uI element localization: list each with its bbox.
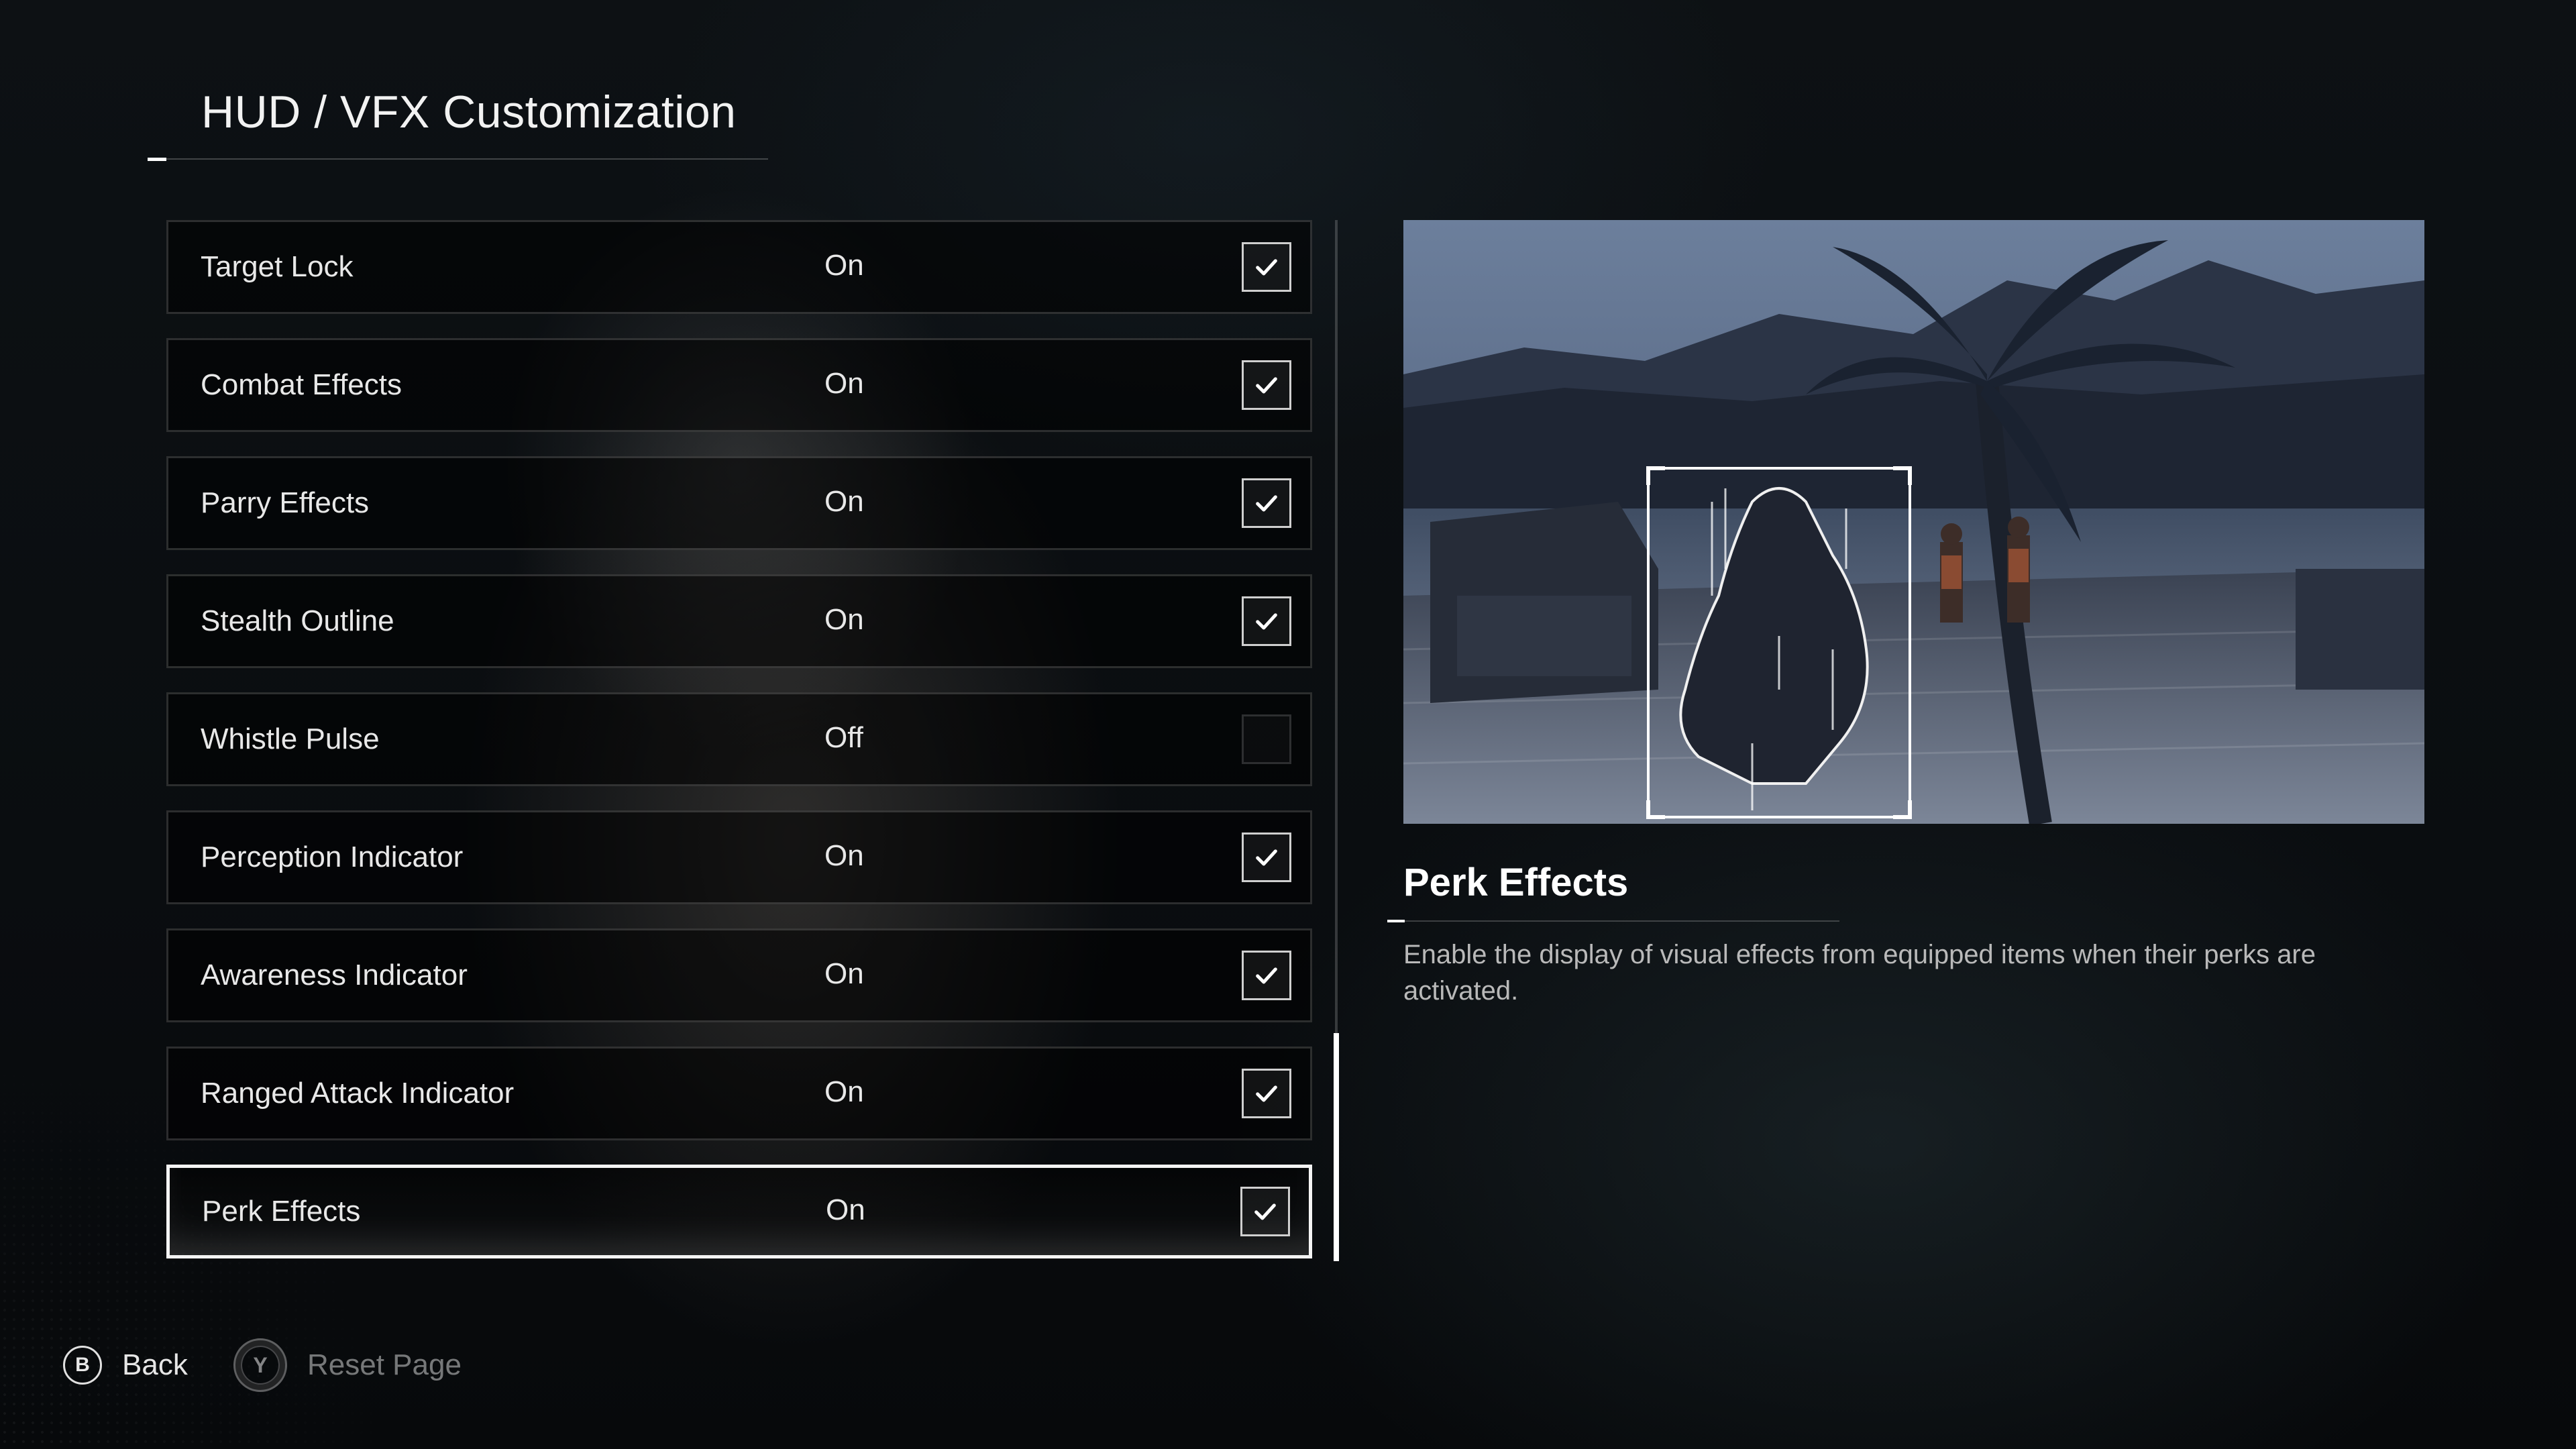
setting-checkbox[interactable] <box>1240 1187 1290 1236</box>
setting-value: On <box>824 249 864 282</box>
checkmark-icon <box>1256 259 1277 276</box>
setting-label: Target Lock <box>201 250 354 283</box>
setting-row-parry-effects[interactable]: Parry Effects On <box>166 456 1312 550</box>
detail-title: Perk Effects <box>1403 861 1629 904</box>
setting-value: On <box>824 957 864 990</box>
setting-label: Combat Effects <box>201 368 402 401</box>
setting-value: On <box>824 485 864 518</box>
reset-page-button[interactable]: Y Reset Page <box>233 1338 462 1392</box>
setting-checkbox[interactable] <box>1242 478 1291 528</box>
b-button-icon: B <box>63 1346 102 1385</box>
setting-value: Off <box>824 721 863 754</box>
setting-label: Stealth Outline <box>201 604 394 637</box>
detail-divider <box>1403 920 1839 922</box>
checkmark-icon <box>1256 1085 1277 1102</box>
y-button-icon: Y <box>233 1338 287 1392</box>
preview-image <box>1403 220 2424 824</box>
setting-label: Awareness Indicator <box>201 959 468 991</box>
checkmark-icon <box>1256 495 1277 512</box>
title-divider-accent <box>148 158 166 161</box>
setting-value: On <box>824 1075 864 1108</box>
checkmark-icon <box>1254 1203 1276 1220</box>
preview-scene <box>1403 220 2424 824</box>
checkmark-icon <box>1256 377 1277 394</box>
checkmark-icon <box>1256 849 1277 866</box>
setting-value: On <box>824 367 864 400</box>
setting-row-awareness-indicator[interactable]: Awareness Indicator On <box>166 928 1312 1022</box>
setting-row-combat-effects[interactable]: Combat Effects On <box>166 338 1312 432</box>
settings-list: Target Lock On Combat Effects On Parry E… <box>166 220 1312 1283</box>
setting-value: On <box>824 839 864 872</box>
setting-row-perk-effects[interactable]: Perk Effects On <box>166 1165 1312 1258</box>
setting-label: Whistle Pulse <box>201 722 380 755</box>
page-header: HUD / VFX Customization <box>148 79 768 161</box>
detail-divider-accent <box>1387 920 1405 922</box>
setting-checkbox-unchecked[interactable] <box>1242 714 1291 764</box>
setting-row-stealth-outline[interactable]: Stealth Outline On <box>166 574 1312 668</box>
setting-value: On <box>826 1193 865 1226</box>
back-label: Back <box>122 1348 188 1381</box>
setting-checkbox[interactable] <box>1242 596 1291 646</box>
reset-page-label: Reset Page <box>307 1348 462 1381</box>
setting-label: Perception Indicator <box>201 841 464 873</box>
settings-screen: HUD / VFX Customization Target Lock On C… <box>0 0 2576 1449</box>
setting-value: On <box>824 603 864 636</box>
setting-row-perception-indicator[interactable]: Perception Indicator On <box>166 810 1312 904</box>
scrollbar-thumb[interactable] <box>1334 1033 1339 1261</box>
checkmark-icon <box>1256 613 1277 630</box>
setting-row-whistle-pulse[interactable]: Whistle Pulse Off <box>166 692 1312 786</box>
page-title: HUD / VFX Customization <box>201 87 737 138</box>
setting-label: Parry Effects <box>201 486 370 519</box>
setting-checkbox[interactable] <box>1242 360 1291 410</box>
setting-checkbox[interactable] <box>1242 833 1291 882</box>
setting-row-ranged-attack-indicator[interactable]: Ranged Attack Indicator On <box>166 1046 1312 1140</box>
setting-label: Perk Effects <box>202 1195 361 1228</box>
setting-row-target-lock[interactable]: Target Lock On <box>166 220 1312 314</box>
detail-description: Enable the display of visual effects fro… <box>1403 940 2316 1006</box>
checkmark-icon <box>1256 967 1277 984</box>
setting-checkbox[interactable] <box>1242 951 1291 1000</box>
setting-checkbox[interactable] <box>1242 242 1291 292</box>
title-divider <box>148 158 768 160</box>
setting-label: Ranged Attack Indicator <box>201 1077 515 1110</box>
setting-checkbox[interactable] <box>1242 1069 1291 1118</box>
back-button[interactable]: B Back <box>63 1338 188 1392</box>
